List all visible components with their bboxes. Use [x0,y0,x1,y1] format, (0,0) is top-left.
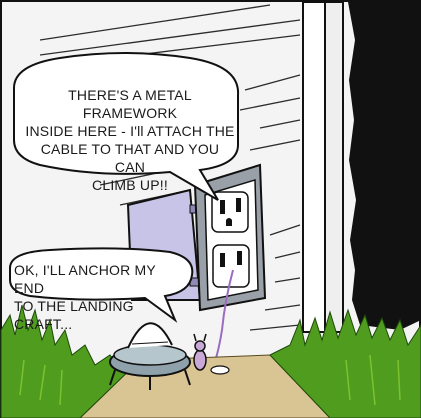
comic-page: THERE'S A METAL FRAMEWORK INSIDE HERE - … [0,0,421,418]
dark-wall [348,2,421,330]
speech-text-bottom: OK, I'LL ANCHOR MY END TO THE LANDING CR… [14,262,156,332]
comic-panel [0,0,421,418]
speech-text-top: THERE'S A METAL FRAMEWORK INSIDE HERE - … [25,87,235,193]
house-corner [302,1,344,333]
